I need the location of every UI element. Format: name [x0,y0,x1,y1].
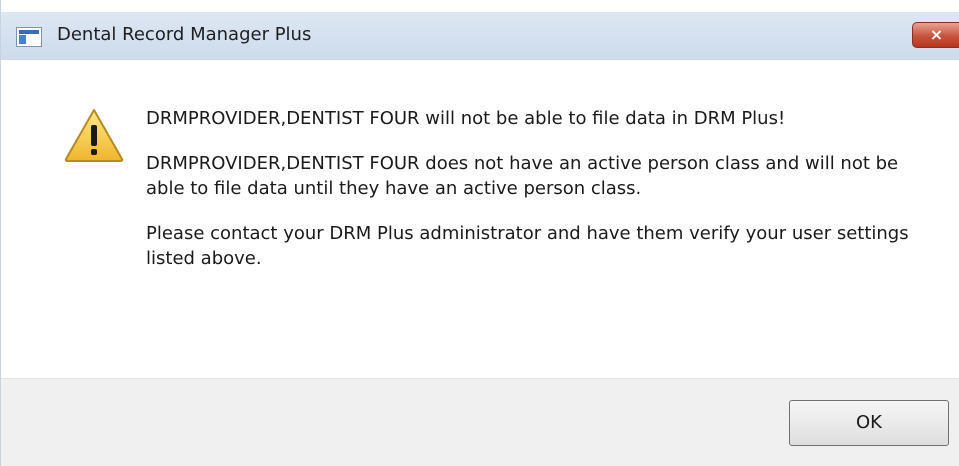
title-bar[interactable]: Dental Record Manager Plus × [1,12,959,60]
close-button[interactable]: × [912,22,959,48]
dialog-content: DRMPROVIDER,DENTIST FOUR will not be abl… [1,60,959,378]
message-text: DRMPROVIDER,DENTIST FOUR will not be abl… [146,106,936,291]
dialog-window: Dental Record Manager Plus × DRMPROVIDER… [0,0,959,466]
close-icon: × [929,25,944,44]
button-bar: OK [1,378,959,466]
message-line: Please contact your DRM Plus administrat… [146,223,909,269]
app-window-icon [16,27,42,47]
window-title: Dental Record Manager Plus [57,24,312,45]
ok-button[interactable]: OK [789,400,949,446]
message-line: DRMPROVIDER,DENTIST FOUR will not be abl… [146,108,786,129]
warning-icon [64,109,124,162]
message-line: DRMPROVIDER,DENTIST FOUR does not have a… [146,153,899,199]
